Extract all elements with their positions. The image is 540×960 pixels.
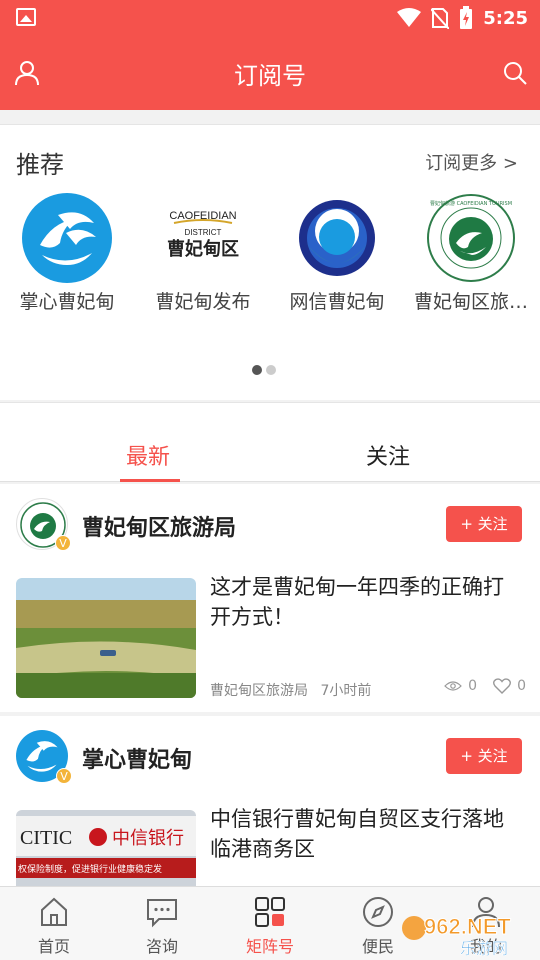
article-title[interactable]: 中信银行曹妃甸自贸区支行落地临港商务区: [210, 804, 520, 864]
active-tab-indicator: [120, 479, 180, 482]
app-header: 订阅号: [0, 36, 540, 110]
status-time: 5:25: [483, 7, 528, 29]
recommend-item-label: 网信曹妃甸: [289, 291, 385, 313]
heart-icon[interactable]: [493, 678, 512, 694]
nav-matrix[interactable]: 矩阵号: [230, 895, 310, 957]
chat-icon: [147, 899, 177, 928]
status-icons: 5:25: [397, 6, 528, 30]
home-icon: [41, 897, 67, 926]
subscribe-more-link[interactable]: 订阅更多 >: [425, 149, 518, 175]
recommend-item-tourism[interactable]: 曹妃甸旅游 CAOFEIDIAN TOURISM 曹妃甸区旅…: [406, 193, 536, 314]
recommend-item-label: 掌心曹妃甸: [19, 291, 115, 313]
compass-icon: [363, 897, 393, 927]
recommend-item-zhangxin[interactable]: 掌心曹妃甸: [2, 193, 132, 314]
nav-label: 矩阵号: [245, 937, 294, 956]
logo-text-main: 曹妃甸区: [167, 238, 239, 260]
grid-icon: [255, 897, 285, 927]
nav-home[interactable]: 首页: [14, 895, 94, 957]
feed-tabs: 最新 关注: [0, 402, 540, 482]
tab-latest[interactable]: 最新: [126, 439, 170, 471]
watermark-text-small: 乐游网: [460, 939, 508, 958]
image-notification-icon: [16, 8, 36, 26]
feed-card[interactable]: V 掌心曹妃甸 + 关注 CITIC 中信银行 权保险制度，促进银行业健康稳定发…: [0, 716, 540, 886]
publisher-avatar[interactable]: V: [16, 730, 72, 784]
status-bar: 5:25: [0, 0, 540, 36]
wetland-photo: [16, 578, 196, 698]
follow-button[interactable]: + 关注: [446, 738, 522, 774]
carousel-dot[interactable]: [266, 365, 276, 375]
search-icon[interactable]: [502, 60, 528, 86]
article-stats: 0 0: [444, 678, 526, 694]
nav-label: 首页: [37, 937, 70, 956]
recommend-item-label: 曹妃甸发布: [155, 291, 251, 313]
publisher-name[interactable]: 曹妃甸区旅游局: [82, 510, 236, 542]
thumb-text-bottom: 权保险制度，促进银行业健康稳定发: [18, 863, 162, 875]
no-sim-icon: [431, 8, 450, 29]
nav-news[interactable]: 咨询: [122, 895, 202, 957]
like-count: 0: [517, 678, 526, 694]
eye-icon: [444, 681, 463, 691]
view-count: 0: [468, 678, 478, 694]
recommend-section: 推荐 订阅更多 > 掌心曹妃甸 CAOFEIDIAN DISTRICT 曹妃甸区…: [0, 124, 540, 400]
publisher-name[interactable]: 掌心曹妃甸: [82, 742, 192, 774]
follow-button[interactable]: + 关注: [446, 506, 522, 542]
article-title[interactable]: 这才是曹妃甸一年四季的正确打开方式！: [210, 572, 520, 632]
article-meta: 曹妃甸区旅游局 7小时前: [210, 680, 371, 700]
carousel-dots: [252, 365, 276, 375]
recommend-item-fabu[interactable]: CAOFEIDIAN DISTRICT 曹妃甸区 曹妃甸发布: [138, 193, 268, 314]
recommend-item-label: 曹妃甸区旅…: [413, 291, 528, 313]
article-thumbnail[interactable]: [16, 578, 196, 698]
logo-text-mid: DISTRICT: [185, 228, 222, 237]
recommend-item-wangxin[interactable]: 网信曹妃甸: [272, 193, 402, 314]
tab-following[interactable]: 关注: [366, 439, 410, 471]
zhangxin-logo-icon: [22, 193, 112, 283]
caofeidian-district-logo-icon: CAOFEIDIAN DISTRICT 曹妃甸区: [158, 193, 248, 283]
publisher-avatar[interactable]: V: [16, 498, 71, 551]
page-title: 订阅号: [234, 62, 306, 90]
feed-card[interactable]: V 曹妃甸区旅游局 + 关注 这才是曹妃甸一年四季的正确打开方式！ 曹妃甸区旅游…: [0, 484, 540, 712]
caofeidian-tourism-logo-icon: 曹妃甸旅游 CAOFEIDIAN TOURISM: [427, 194, 515, 282]
site-watermark-logo: 962.NET 乐游网: [402, 914, 512, 958]
verified-badge-icon: V: [55, 535, 71, 551]
article-time: 7小时前: [320, 683, 372, 699]
carousel-dot-active[interactable]: [252, 365, 262, 375]
publisher-row: V 曹妃甸区旅游局 + 关注: [0, 484, 540, 564]
wangxin-logo-icon: [299, 200, 375, 276]
article-source: 曹妃甸区旅游局: [210, 683, 308, 699]
thumb-text-left: CITIC: [20, 827, 72, 849]
watermark-text-big: 962.NET: [424, 914, 511, 939]
publisher-row: V 掌心曹妃甸 + 关注: [0, 716, 540, 796]
recommend-title: 推荐: [16, 151, 64, 179]
wifi-icon: [397, 8, 422, 27]
verified-badge-icon: V: [56, 768, 72, 784]
logo-ring-text: 曹妃甸旅游 CAOFEIDIAN TOURISM: [430, 200, 512, 207]
article-thumbnail[interactable]: CITIC 中信银行 权保险制度，促进银行业健康稳定发: [16, 810, 196, 886]
citic-bank-photo: CITIC 中信银行 权保险制度，促进银行业健康稳定发: [16, 810, 196, 886]
battery-charging-icon: [460, 6, 473, 29]
thumb-text-right: 中信银行: [112, 828, 184, 849]
nav-label: 咨询: [145, 937, 178, 956]
